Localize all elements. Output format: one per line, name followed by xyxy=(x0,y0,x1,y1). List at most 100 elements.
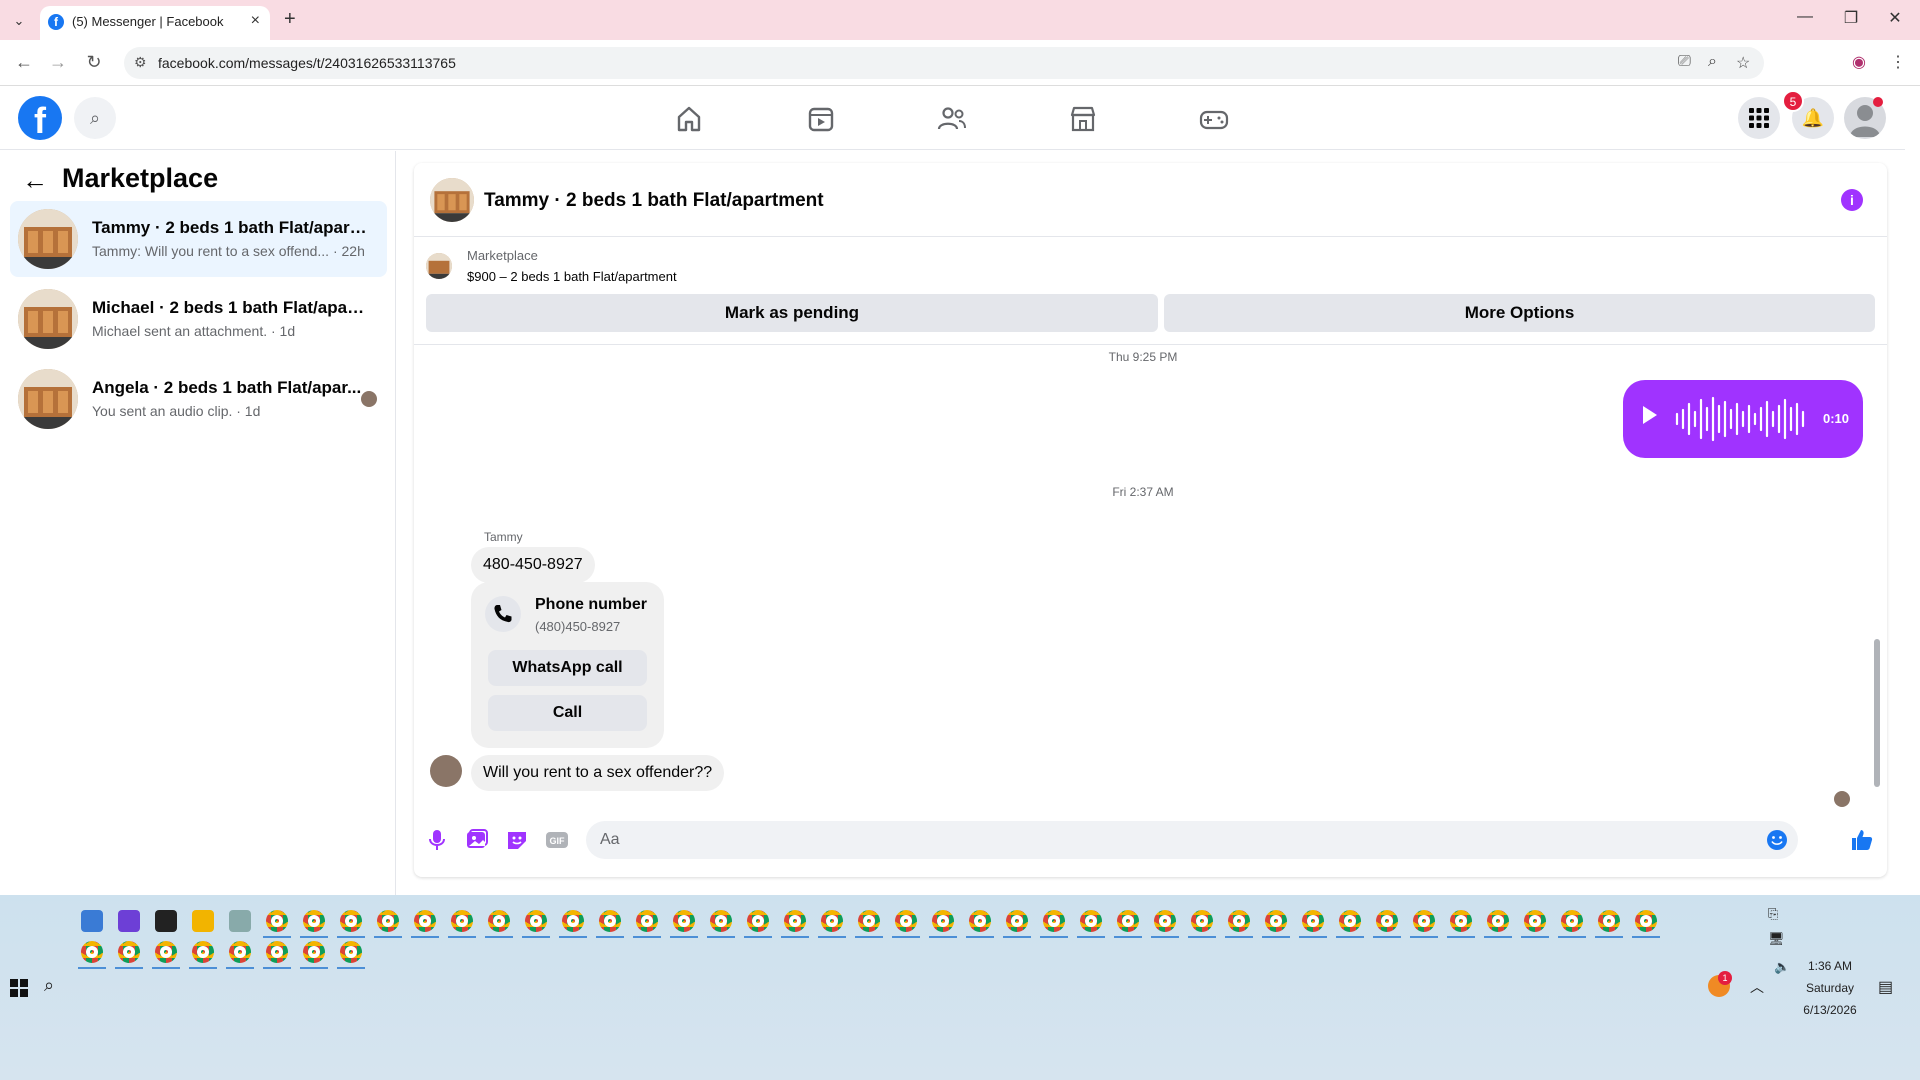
taskbar-browser-icon[interactable] xyxy=(562,910,584,932)
gaming-icon[interactable] xyxy=(1198,103,1230,135)
taskbar-browser-icon[interactable] xyxy=(81,941,103,963)
chat-listing-thumbnail[interactable] xyxy=(430,178,474,222)
watch-icon[interactable] xyxy=(805,103,837,135)
taskbar-browser-icon[interactable] xyxy=(118,941,140,963)
action-center-icon[interactable]: ▤ xyxy=(1878,977,1893,997)
taskbar-browser-icon[interactable] xyxy=(747,910,769,932)
taskbar-browser-icon[interactable] xyxy=(229,910,251,932)
browser-tab[interactable]: f (5) Messenger | Facebook × xyxy=(40,6,270,40)
taskbar-browser-icon[interactable] xyxy=(1080,910,1102,932)
microphone-icon[interactable] xyxy=(424,827,450,853)
home-icon[interactable] xyxy=(673,103,705,135)
taskbar-browser-icon[interactable] xyxy=(451,910,473,932)
conversation-item-tammy[interactable]: Tammy · 2 beds 1 bath Flat/apartm... Tam… xyxy=(10,201,387,277)
back-button[interactable]: ← xyxy=(12,52,36,73)
zoom-icon[interactable]: ⌕ xyxy=(1708,53,1717,71)
windows-start-icon[interactable] xyxy=(10,979,28,997)
menu-grid-icon[interactable] xyxy=(1738,97,1780,139)
conversation-item-michael[interactable]: Michael · 2 beds 1 bath Flat/apart... Mi… xyxy=(10,281,387,357)
taskbar-browser-icon[interactable] xyxy=(266,941,288,963)
reload-button[interactable]: ↻ xyxy=(82,52,106,73)
friends-icon[interactable] xyxy=(936,103,968,135)
photo-icon[interactable] xyxy=(464,827,490,853)
more-options-button[interactable]: More Options xyxy=(1164,294,1875,332)
site-info-icon[interactable]: ⚙ xyxy=(134,54,147,71)
message-bubble[interactable]: 480-450-8927 xyxy=(471,547,595,583)
marketplace-icon[interactable] xyxy=(1067,103,1099,135)
taskbar-browser-icon[interactable] xyxy=(784,910,806,932)
taskbar-browser-icon[interactable] xyxy=(414,910,436,932)
taskbar-browser-icon[interactable] xyxy=(1598,910,1620,932)
taskbar-browser-icon[interactable] xyxy=(1191,910,1213,932)
message-scrollbar[interactable] xyxy=(1872,345,1882,805)
gif-icon[interactable]: GIF xyxy=(544,827,570,853)
info-icon[interactable]: i xyxy=(1841,189,1863,211)
facebook-logo-icon[interactable]: f xyxy=(18,96,62,140)
taskbar-browser-icon[interactable] xyxy=(118,910,140,932)
whatsapp-call-button[interactable]: WhatsApp call xyxy=(488,650,647,686)
taskbar-browser-icon[interactable] xyxy=(1228,910,1250,932)
clock-date[interactable]: 6/13/2026 xyxy=(1800,1003,1860,1017)
taskbar-search-icon[interactable]: ⌕ xyxy=(44,975,54,996)
taskbar-browser-icon[interactable] xyxy=(303,910,325,932)
message-bubble[interactable]: Will you rent to a sex offender?? xyxy=(471,755,725,791)
taskbar-browser-icon[interactable] xyxy=(81,910,103,932)
call-button[interactable]: Call xyxy=(488,695,647,731)
taskbar-browser-icon[interactable] xyxy=(1413,910,1435,932)
taskbar-browser-icon[interactable] xyxy=(1154,910,1176,932)
taskbar-browser-icon[interactable] xyxy=(599,910,621,932)
forward-button[interactable]: → xyxy=(46,52,70,73)
taskbar-browser-icon[interactable] xyxy=(1339,910,1361,932)
taskbar-browser-icon[interactable] xyxy=(1302,910,1324,932)
back-arrow-icon[interactable]: ← xyxy=(22,165,48,196)
show-hidden-icons-icon[interactable]: ︿ xyxy=(1750,977,1764,997)
taskbar-browser-icon[interactable] xyxy=(1006,910,1028,932)
taskbar-browser-icon[interactable] xyxy=(525,910,547,932)
volume-icon[interactable]: 🔈 xyxy=(1774,959,1790,975)
taskbar-browser-icon[interactable] xyxy=(377,910,399,932)
taskbar-browser-icon[interactable] xyxy=(969,910,991,932)
taskbar-browser-icon[interactable] xyxy=(1117,910,1139,932)
new-tab-button[interactable]: + xyxy=(284,8,296,31)
taskbar-browser-icon[interactable] xyxy=(192,910,214,932)
scrollbar-thumb[interactable] xyxy=(1874,639,1880,787)
sticker-icon[interactable] xyxy=(504,827,530,853)
play-icon[interactable] xyxy=(1643,406,1657,424)
restore-button[interactable]: ❐ xyxy=(1836,8,1866,28)
network-icon[interactable]: 🖥 xyxy=(1768,931,1785,947)
tab-search-button[interactable]: ⌄ xyxy=(8,10,30,32)
taskbar-browser-icon[interactable] xyxy=(673,910,695,932)
taskbar-browser-icon[interactable] xyxy=(1561,910,1583,932)
clock-time[interactable]: 1:36 AM xyxy=(1800,959,1860,973)
taskbar-browser-icon[interactable] xyxy=(932,910,954,932)
taskbar-browser-icon[interactable] xyxy=(192,941,214,963)
close-window-button[interactable]: ✕ xyxy=(1880,8,1910,28)
taskbar-browser-icon[interactable] xyxy=(636,910,658,932)
address-bar[interactable]: ⚙ facebook.com/messages/t/24031626533113… xyxy=(124,47,1764,79)
mark-pending-button[interactable]: Mark as pending xyxy=(426,294,1158,332)
conversation-item-angela[interactable]: Angela · 2 beds 1 bath Flat/apar... You … xyxy=(10,361,387,437)
install-app-icon[interactable]: ⎚ xyxy=(1678,53,1691,71)
taskbar-browser-icon[interactable] xyxy=(266,910,288,932)
profile-icon[interactable]: ◉ xyxy=(1852,52,1866,72)
taskbar-browser-icon[interactable] xyxy=(858,910,880,932)
bookmark-star-icon[interactable]: ☆ xyxy=(1736,53,1750,73)
minimize-button[interactable]: — xyxy=(1790,8,1820,26)
taskbar-browser-icon[interactable] xyxy=(1265,910,1287,932)
taskbar-browser-icon[interactable] xyxy=(710,910,732,932)
thumbs-up-icon[interactable] xyxy=(1849,827,1875,853)
taskbar-browser-icon[interactable] xyxy=(1487,910,1509,932)
taskbar-browser-icon[interactable] xyxy=(1450,910,1472,932)
meet-now-icon[interactable]: ⎘ xyxy=(1768,906,1778,922)
chat-title[interactable]: Tammy · 2 beds 1 bath Flat/apartment xyxy=(484,190,824,212)
listing-price[interactable]: $900 – 2 beds 1 bath Flat/apartment xyxy=(467,269,677,284)
taskbar-browser-icon[interactable] xyxy=(155,941,177,963)
taskbar-browser-icon[interactable] xyxy=(229,941,251,963)
sender-avatar[interactable] xyxy=(430,755,462,787)
chrome-menu-icon[interactable]: ⋮ xyxy=(1890,52,1906,72)
clock-day[interactable]: Saturday xyxy=(1800,981,1860,995)
taskbar-browser-icon[interactable] xyxy=(340,941,362,963)
message-input[interactable]: Aa xyxy=(586,821,1798,859)
taskbar-browser-icon[interactable] xyxy=(1376,910,1398,932)
taskbar-browser-icon[interactable] xyxy=(821,910,843,932)
